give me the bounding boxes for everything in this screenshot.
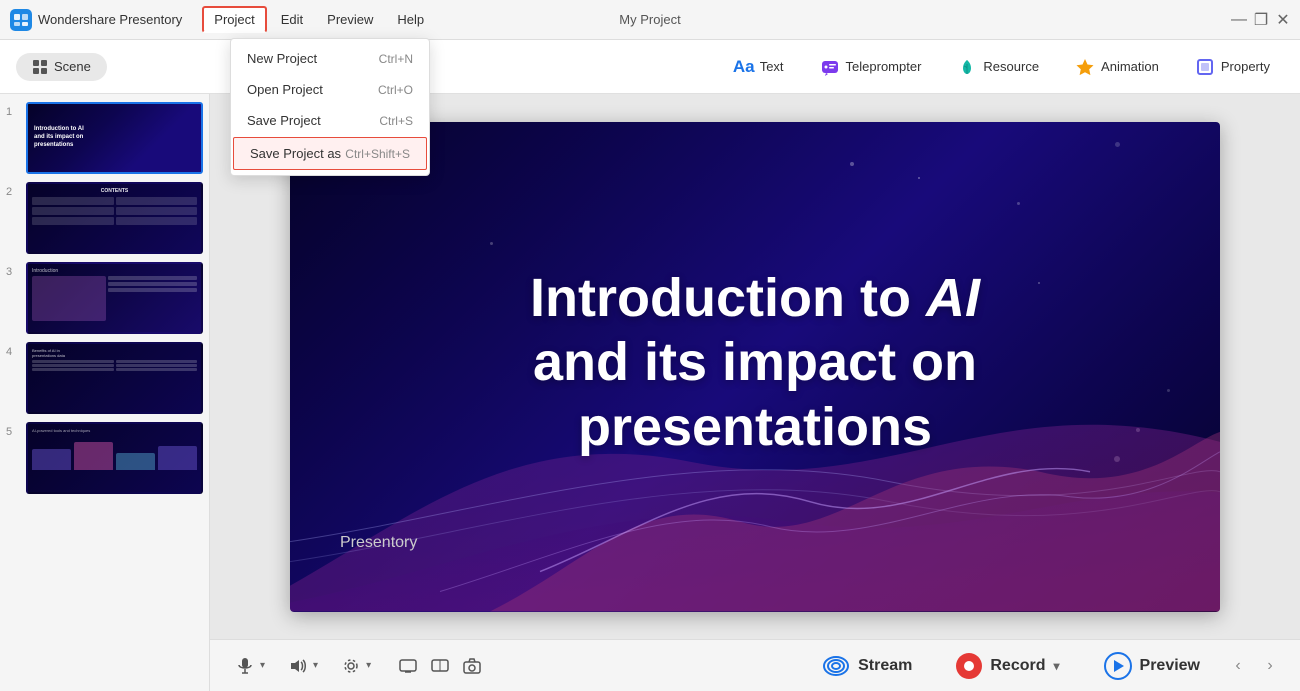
record-inner-dot bbox=[964, 661, 974, 671]
preview-triangle bbox=[1114, 660, 1124, 672]
settings-chevron: ▾ bbox=[366, 660, 371, 671]
record-label: Record bbox=[990, 657, 1045, 675]
slide-thumb-5: AI-powered tools and techniques bbox=[26, 422, 203, 494]
title-bar: Wondershare Presentory Project Edit Prev… bbox=[0, 0, 1300, 40]
slide-thumb-2: CONTENTS bbox=[26, 182, 203, 254]
layout-button[interactable] bbox=[425, 651, 455, 681]
app-logo-icon bbox=[10, 9, 32, 31]
property-tool-icon bbox=[1195, 57, 1215, 77]
camera-button[interactable] bbox=[457, 651, 487, 681]
tool-resource[interactable]: Resource bbox=[943, 51, 1053, 83]
speaker-icon bbox=[289, 657, 307, 675]
bottom-toolbar: ▾ ▾ bbox=[210, 639, 1300, 691]
nav-next-arrow[interactable]: › bbox=[1256, 652, 1284, 680]
preview-label: Preview bbox=[1140, 657, 1200, 675]
slide-number-3: 3 bbox=[6, 266, 20, 278]
tool-property[interactable]: Property bbox=[1181, 51, 1284, 83]
tool-teleprompter[interactable]: Teleprompter bbox=[806, 51, 936, 83]
preview-play-icon bbox=[1104, 652, 1132, 680]
speaker-chevron: ▾ bbox=[313, 660, 318, 671]
deco-dot bbox=[1017, 202, 1020, 205]
deco-dot bbox=[918, 177, 920, 179]
dropdown-open-project[interactable]: Open Project Ctrl+O bbox=[231, 74, 429, 105]
record-chevron: ▾ bbox=[1053, 659, 1059, 673]
slide-thumb-1: Introduction to AIand its impact onprese… bbox=[26, 102, 203, 174]
slide-number-5: 5 bbox=[6, 426, 20, 438]
close-button[interactable]: ✕ bbox=[1276, 13, 1290, 27]
project-dropdown-menu: New Project Ctrl+N Open Project Ctrl+O S… bbox=[230, 38, 430, 176]
dropdown-save-project-as[interactable]: Save Project as Ctrl+Shift+S bbox=[233, 137, 427, 170]
deco-dot bbox=[850, 162, 854, 166]
bottom-small-buttons bbox=[393, 651, 487, 681]
mic-chevron: ▾ bbox=[260, 660, 265, 671]
slide-item-3[interactable]: 3 Introduction bbox=[6, 262, 203, 334]
stream-button[interactable]: Stream bbox=[802, 644, 932, 688]
screen-share-button[interactable] bbox=[393, 651, 423, 681]
stream-label: Stream bbox=[858, 657, 912, 675]
slide-number-1: 1 bbox=[6, 106, 20, 118]
slide-main-title: Introduction to AI and its impact on pre… bbox=[383, 265, 1127, 459]
tool-animation[interactable]: Animation bbox=[1061, 51, 1173, 83]
menu-project[interactable]: Project bbox=[202, 6, 266, 33]
slide-subtitle: Presentory bbox=[340, 534, 417, 552]
resource-tool-icon bbox=[957, 57, 977, 77]
minimize-button[interactable]: — bbox=[1232, 13, 1246, 27]
menu-help[interactable]: Help bbox=[387, 8, 434, 31]
slide-panel: 1 Introduction to AIand its impact onpre… bbox=[0, 94, 210, 691]
menu-preview[interactable]: Preview bbox=[317, 8, 383, 31]
teleprompter-tool-icon bbox=[820, 57, 840, 77]
mic-icon bbox=[236, 657, 254, 675]
slide-item-2[interactable]: 2 CONTENTS bbox=[6, 182, 203, 254]
slide-item-5[interactable]: 5 AI-powered tools and techniques bbox=[6, 422, 203, 494]
scene-button[interactable]: Scene bbox=[16, 53, 107, 81]
text-tool-icon: Aa bbox=[734, 57, 754, 77]
nav-prev-arrow[interactable]: ‹ bbox=[1224, 652, 1252, 680]
window-controls: — ❐ ✕ bbox=[1232, 13, 1290, 27]
deco-dot bbox=[1115, 142, 1120, 147]
slide-number-4: 4 bbox=[6, 346, 20, 358]
scene-icon bbox=[32, 59, 48, 75]
slide-display: Introduction to AI and its impact on pre… bbox=[290, 122, 1220, 612]
window-title: My Project bbox=[619, 12, 680, 27]
tool-text[interactable]: Aa Text bbox=[720, 51, 798, 83]
animation-tool-icon bbox=[1075, 57, 1095, 77]
slide-item-4[interactable]: 4 Benefits of AI inpresentations data bbox=[6, 342, 203, 414]
record-button[interactable]: Record ▾ bbox=[936, 645, 1079, 687]
settings-button[interactable]: ▾ bbox=[332, 651, 381, 681]
menu-bar: Project Edit Preview Help bbox=[202, 6, 434, 33]
dropdown-new-project[interactable]: New Project Ctrl+N bbox=[231, 43, 429, 74]
record-icon bbox=[956, 653, 982, 679]
app-name-label: Wondershare Presentory bbox=[38, 12, 182, 27]
app-logo: Wondershare Presentory bbox=[10, 9, 182, 31]
slide-thumb-4: Benefits of AI inpresentations data bbox=[26, 342, 203, 414]
preview-button[interactable]: Preview bbox=[1084, 644, 1220, 688]
canvas-area: Introduction to AI and its impact on pre… bbox=[210, 94, 1300, 691]
dropdown-save-project[interactable]: Save Project Ctrl+S bbox=[231, 105, 429, 136]
menu-edit[interactable]: Edit bbox=[271, 8, 313, 31]
slide-item-1[interactable]: 1 Introduction to AIand its impact onpre… bbox=[6, 102, 203, 174]
speaker-button[interactable]: ▾ bbox=[279, 651, 328, 681]
maximize-button[interactable]: ❐ bbox=[1254, 13, 1268, 27]
main-toolbar: Scene Aa Text Teleprompter bbox=[0, 40, 1300, 94]
stream-icon bbox=[822, 652, 850, 680]
slide-number-2: 2 bbox=[6, 186, 20, 198]
slide-thumb-3: Introduction bbox=[26, 262, 203, 334]
settings-icon bbox=[342, 657, 360, 675]
main-layout: 1 Introduction to AIand its impact onpre… bbox=[0, 94, 1300, 691]
mic-button[interactable]: ▾ bbox=[226, 651, 275, 681]
deco-dot bbox=[490, 242, 493, 245]
